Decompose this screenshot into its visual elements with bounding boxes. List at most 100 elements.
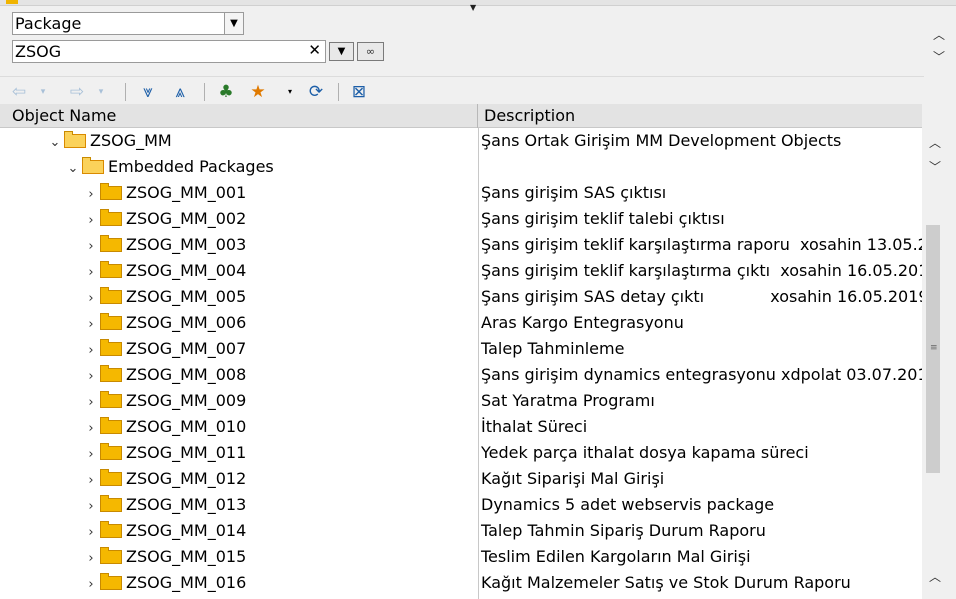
- tree-row[interactable]: › ZSOG_MM_011 Yedek parça ithalat dosya ka…: [0, 440, 922, 466]
- tree-node-label[interactable]: ZSOG_MM_007: [126, 339, 246, 358]
- favorite-star-icon[interactable]: ★: [244, 80, 272, 104]
- chevron-up-icon[interactable]: ︿: [933, 26, 945, 43]
- tree-row[interactable]: › ZSOG_MM_016 Kağıt Malzemeler Satış ve St…: [0, 570, 922, 596]
- tree-node-label[interactable]: ZSOG_MM_009: [126, 391, 246, 410]
- tree-node-label[interactable]: ZSOG_MM_016: [126, 573, 246, 592]
- tree-node-label[interactable]: ZSOG_MM_001: [126, 183, 246, 202]
- back-menu-icon[interactable]: ▾: [36, 80, 50, 104]
- hierarchy-icon[interactable]: ♣: [212, 80, 240, 104]
- tree-row[interactable]: › ZSOG_MM_001 Şans girişim SAS çıktısı: [0, 180, 922, 206]
- tree-row[interactable]: › ZSOG_MM_013 Dynamics 5 adet webservis pa…: [0, 492, 922, 518]
- chevron-right-icon[interactable]: ›: [84, 312, 98, 338]
- forward-menu-icon[interactable]: ▾: [94, 80, 108, 104]
- expand-all-icon[interactable]: ⩔: [134, 80, 162, 104]
- tree-row[interactable]: › ZSOG_MM_010 İthalat Süreci: [0, 414, 922, 440]
- tree-row[interactable]: › ZSOG_MM_008 Şans girişim dynamics entegr…: [0, 362, 922, 388]
- tree-node-label[interactable]: ZSOG_MM_012: [126, 469, 246, 488]
- chevron-right-icon[interactable]: ›: [84, 546, 98, 572]
- scroll-up-icon[interactable]: ︿: [929, 134, 941, 151]
- chevron-right-icon[interactable]: ›: [84, 390, 98, 416]
- tree-row[interactable]: ⌄ Embedded Packages: [0, 154, 922, 180]
- tree-node[interactable]: › ZSOG_MM_009: [84, 388, 246, 414]
- tree-row[interactable]: › ZSOG_MM_009 Sat Yaratma Programı: [0, 388, 922, 414]
- chevron-right-icon[interactable]: ›: [84, 338, 98, 364]
- chevron-right-icon[interactable]: ›: [84, 572, 98, 598]
- tree-row[interactable]: › ZSOG_MM_002 Şans girişim teklif talebi ç…: [0, 206, 922, 232]
- column-header-description[interactable]: Description: [478, 104, 922, 128]
- tree-row[interactable]: › ZSOG_MM_006 Aras Kargo Entegrasyonu: [0, 310, 922, 336]
- tree-node-label[interactable]: ZSOG_MM_003: [126, 235, 246, 254]
- tree-node[interactable]: › ZSOG_MM_005: [84, 284, 246, 310]
- chevron-down-icon[interactable]: ⌄: [66, 156, 80, 182]
- scroll-up-bottom-icon[interactable]: ︿: [929, 568, 941, 585]
- tree-node[interactable]: › ZSOG_MM_011: [84, 440, 246, 466]
- tree-node[interactable]: › ZSOG_MM_016: [84, 570, 246, 596]
- tree-node[interactable]: › ZSOG_MM_015: [84, 544, 246, 570]
- chevron-right-icon[interactable]: ›: [84, 520, 98, 546]
- chevron-right-icon[interactable]: ›: [84, 364, 98, 390]
- tree-node-label[interactable]: ZSOG_MM_015: [126, 547, 246, 566]
- tree-node-label[interactable]: ZSOG_MM_008: [126, 365, 246, 384]
- tree-node-label[interactable]: ZSOG_MM_006: [126, 313, 246, 332]
- tree-node-label[interactable]: ZSOG_MM_005: [126, 287, 246, 306]
- chevron-down-icon[interactable]: ﹀: [933, 48, 945, 65]
- tree-node[interactable]: ⌄ ZSOG_MM: [48, 128, 172, 154]
- tree-node[interactable]: › ZSOG_MM_006: [84, 310, 246, 336]
- scroll-down-icon[interactable]: ﹀: [929, 158, 941, 175]
- history-dropdown-button[interactable]: ▼: [329, 42, 354, 61]
- chevron-right-icon[interactable]: ›: [84, 286, 98, 312]
- tree-row[interactable]: › ZSOG_MM_005 Şans girişim SAS detay çıktı…: [0, 284, 922, 310]
- tree-node[interactable]: › ZSOG_MM_013: [84, 492, 246, 518]
- tree-row[interactable]: › ZSOG_MM_003 Şans girişim teklif karşılaş…: [0, 232, 922, 258]
- tree-node-label[interactable]: ZSOG_MM_014: [126, 521, 246, 540]
- tree-node[interactable]: › ZSOG_MM_008: [84, 362, 246, 388]
- display-button[interactable]: ∞: [357, 42, 384, 61]
- tree-node[interactable]: › ZSOG_MM_002: [84, 206, 246, 232]
- tree-node[interactable]: › ZSOG_MM_014: [84, 518, 246, 544]
- chevron-right-icon[interactable]: ›: [84, 208, 98, 234]
- favorite-menu-icon[interactable]: ▾: [284, 80, 296, 104]
- tree-node[interactable]: › ZSOG_MM_004: [84, 258, 246, 284]
- tree-row[interactable]: › ZSOG_MM_007 Talep Tahminleme: [0, 336, 922, 362]
- tree-node[interactable]: › ZSOG_MM_003: [84, 232, 246, 258]
- chevron-right-icon[interactable]: ›: [84, 442, 98, 468]
- tree-node[interactable]: ⌄ Embedded Packages: [66, 154, 274, 180]
- tree-row[interactable]: › ZSOG_MM_015 Teslim Edilen Kargoların Mal…: [0, 544, 922, 570]
- tree-node-label[interactable]: ZSOG_MM_002: [126, 209, 246, 228]
- refresh-icon[interactable]: ⟳: [302, 80, 330, 104]
- chevron-right-icon[interactable]: ›: [84, 260, 98, 286]
- top-pane-scroller[interactable]: ︿ ﹀: [924, 8, 956, 98]
- tree-node[interactable]: › ZSOG_MM_001: [84, 180, 246, 206]
- dropdown-arrow-icon[interactable]: ▼: [224, 13, 243, 34]
- tree-node-label[interactable]: ZSOG_MM_004: [126, 261, 246, 280]
- tree-node-label[interactable]: Embedded Packages: [108, 157, 274, 176]
- forward-icon[interactable]: ⇨: [64, 80, 90, 104]
- tree-row[interactable]: › ZSOG_MM_012 Kağıt Siparişi Mal Girişi: [0, 466, 922, 492]
- tree-node-label[interactable]: ZSOG_MM_010: [126, 417, 246, 436]
- chevron-right-icon[interactable]: ›: [84, 182, 98, 208]
- tree-node[interactable]: › ZSOG_MM_007: [84, 336, 246, 362]
- tree-row[interactable]: › ZSOG_MM_014 Talep Tahmin Sipariş Durum R…: [0, 518, 922, 544]
- tree-node-description: Şans girişim teklif karşılaştırma raporu…: [481, 235, 922, 254]
- clear-icon[interactable]: ✕: [308, 41, 321, 59]
- back-icon[interactable]: ⇦: [6, 80, 32, 104]
- tree-node-label[interactable]: ZSOG_MM_011: [126, 443, 246, 462]
- object-type-select[interactable]: Package ▼: [12, 12, 244, 35]
- collapse-caret-icon[interactable]: ▼: [470, 3, 476, 12]
- tree-node-label[interactable]: ZSOG_MM_013: [126, 495, 246, 514]
- chevron-down-icon[interactable]: ⌄: [48, 130, 62, 156]
- chevron-right-icon[interactable]: ›: [84, 416, 98, 442]
- object-name-input[interactable]: ZSOG ✕: [12, 40, 326, 63]
- tree-row[interactable]: ⌄ ZSOG_MM Şans Ortak Girişim MM Developmen…: [0, 128, 922, 154]
- chevron-right-icon[interactable]: ›: [84, 494, 98, 520]
- collapse-all-icon[interactable]: ⩓: [166, 80, 194, 104]
- close-window-icon[interactable]: ⊠: [346, 80, 372, 104]
- tree-node[interactable]: › ZSOG_MM_010: [84, 414, 246, 440]
- tree-node-label[interactable]: ZSOG_MM: [90, 131, 172, 150]
- chevron-right-icon[interactable]: ›: [84, 234, 98, 260]
- column-header-object-name[interactable]: Object Name: [0, 104, 478, 128]
- chevron-right-icon[interactable]: ›: [84, 468, 98, 494]
- tree-node[interactable]: › ZSOG_MM_012: [84, 466, 246, 492]
- tree-scrollbar[interactable]: ︿ ﹀ ≡ ︿: [924, 128, 956, 599]
- tree-row[interactable]: › ZSOG_MM_004 Şans girişim teklif karşılaş…: [0, 258, 922, 284]
